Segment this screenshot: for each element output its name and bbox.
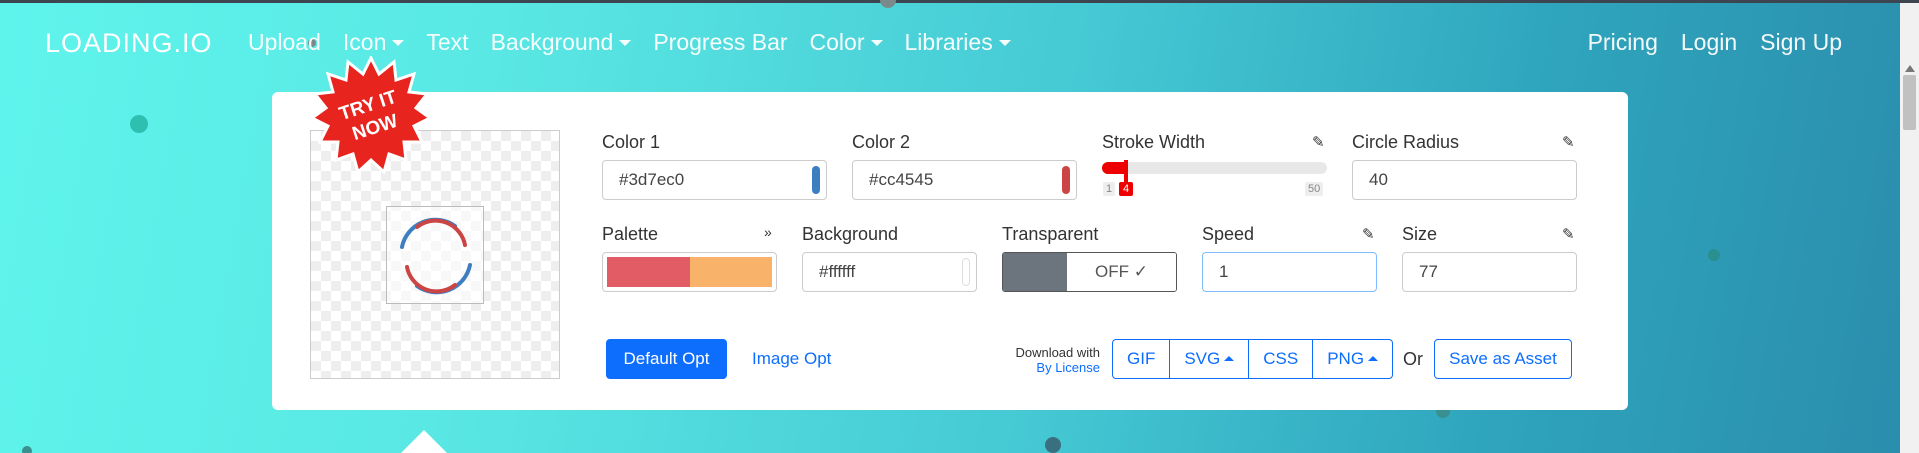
decor-dot	[880, 0, 896, 8]
page-scrollbar[interactable]	[1900, 3, 1919, 453]
image-opt-link[interactable]: Image Opt	[752, 349, 831, 369]
background-value: #ffffff	[819, 262, 856, 281]
speed-input[interactable]: 1	[1202, 252, 1377, 292]
nav-color[interactable]: Color	[810, 29, 883, 56]
stroke-width-slider-handle[interactable]	[1124, 160, 1128, 182]
color1-swatch[interactable]	[812, 166, 820, 194]
size-input[interactable]: 77	[1402, 252, 1577, 292]
background-swatch[interactable]	[962, 258, 970, 286]
color1-label: Color 1	[602, 132, 661, 152]
scroll-up-arrow-icon[interactable]	[1905, 65, 1915, 72]
download-gif-button[interactable]: GIF	[1113, 340, 1171, 378]
download-png-button[interactable]: PNG	[1313, 340, 1392, 378]
toggle-on-side[interactable]	[1003, 253, 1067, 291]
nav-upload[interactable]: Upload	[248, 29, 321, 56]
expand-chevrons-icon[interactable]: »	[764, 224, 772, 240]
palette-label: Palette	[602, 224, 659, 244]
toggle-off-label[interactable]: OFF ✓	[1067, 253, 1176, 291]
color2-input[interactable]: #cc4545	[852, 160, 1077, 200]
nav-background[interactable]: Background	[491, 29, 632, 56]
decor-dot	[1045, 437, 1061, 453]
palette-color-2	[689, 257, 772, 287]
preview-frame	[386, 206, 484, 304]
background-label: Background	[802, 224, 899, 244]
download-css-button[interactable]: CSS	[1249, 340, 1314, 378]
color2-value: #cc4545	[869, 170, 934, 189]
stroke-width-slider[interactable]	[1102, 162, 1327, 174]
size-label: Size	[1402, 224, 1438, 244]
palette-color-1	[607, 257, 690, 287]
pointer-triangle	[400, 430, 448, 453]
decor-dot	[1708, 249, 1720, 261]
nav-right: Pricing Login Sign Up	[1588, 29, 1842, 56]
stroke-width-max: 50	[1305, 182, 1324, 196]
spinner-preview-icon	[400, 217, 472, 295]
scroll-thumb[interactable]	[1903, 75, 1916, 130]
nav-login[interactable]: Login	[1681, 29, 1737, 56]
background-input[interactable]: #ffffff	[802, 252, 977, 292]
main-nav: Upload Icon Text Background Progress Bar…	[248, 29, 1033, 56]
color1-value: #3d7ec0	[619, 170, 685, 189]
stroke-width-min: 1	[1103, 182, 1116, 196]
nav-libraries[interactable]: Libraries	[905, 29, 1011, 56]
color2-label: Color 2	[852, 132, 911, 152]
top-border	[0, 0, 1919, 3]
nav-pricing[interactable]: Pricing	[1588, 29, 1658, 56]
download-with-label: Download with	[1015, 345, 1100, 360]
download-with-text: Download with By License	[1002, 345, 1100, 375]
color2-swatch[interactable]	[1062, 166, 1070, 194]
circle-radius-label: Circle Radius	[1352, 132, 1460, 152]
speed-label: Speed	[1202, 224, 1255, 244]
save-as-asset-button[interactable]: Save as Asset	[1434, 339, 1572, 379]
default-opt-button[interactable]: Default Opt	[606, 339, 727, 379]
brand-logo[interactable]: LOADING.IO	[45, 28, 213, 59]
color1-input[interactable]: #3d7ec0	[602, 160, 827, 200]
or-text: Or	[1403, 349, 1423, 369]
try-it-now-badge-icon: TRY IT NOW	[312, 56, 430, 174]
decor-dot	[22, 446, 32, 453]
stroke-width-value: 4	[1119, 182, 1134, 196]
pencil-icon[interactable]: ✎	[1362, 225, 1375, 243]
nav-text[interactable]: Text	[426, 29, 468, 56]
circle-radius-input[interactable]: 40	[1352, 160, 1577, 200]
download-format-group: GIF SVG CSS PNG	[1112, 339, 1394, 379]
transparent-toggle[interactable]: OFF ✓	[1002, 252, 1177, 292]
palette-selector[interactable]	[602, 252, 777, 292]
decor-dot	[130, 115, 148, 133]
pencil-icon[interactable]: ✎	[1562, 225, 1575, 243]
nav-icon[interactable]: Icon	[343, 29, 404, 56]
by-license-link[interactable]: By License	[1002, 360, 1100, 375]
stroke-width-label: Stroke Width	[1102, 132, 1206, 152]
nav-progress-bar[interactable]: Progress Bar	[653, 29, 787, 56]
pencil-icon[interactable]: ✎	[1562, 133, 1575, 151]
nav-signup[interactable]: Sign Up	[1760, 29, 1842, 56]
download-svg-button[interactable]: SVG	[1170, 340, 1250, 378]
transparent-label: Transparent	[1002, 224, 1099, 244]
pencil-icon[interactable]: ✎	[1312, 133, 1325, 151]
